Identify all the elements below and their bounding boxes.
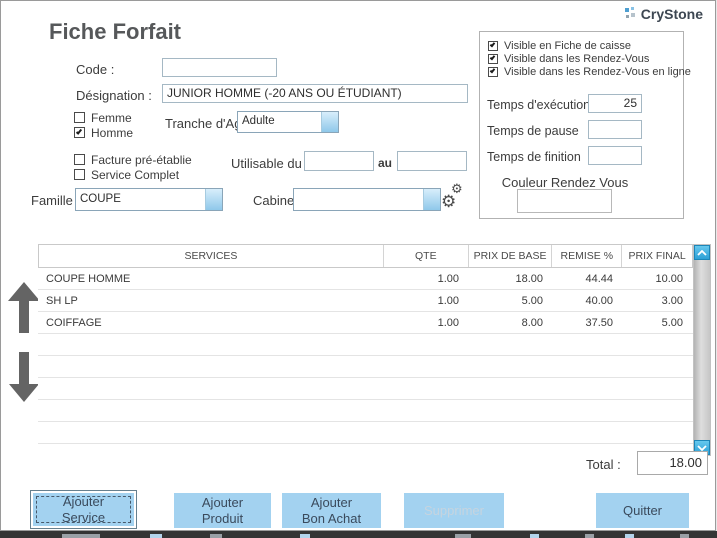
designation-label: Désignation : <box>76 88 152 103</box>
dropdown-button-icon[interactable] <box>321 112 338 132</box>
visible-caisse-checkbox[interactable] <box>488 41 498 51</box>
taskbar-strip <box>0 531 717 538</box>
table-scrollbar[interactable] <box>693 244 711 456</box>
options-panel: Visible en Fiche de caisse Visible dans … <box>479 31 691 219</box>
cell-prix-final: 5.00 <box>661 316 683 329</box>
code-label: Code : <box>76 62 115 77</box>
column-prix-final[interactable]: PRIX FINAL <box>622 245 692 267</box>
total-label: Total : <box>586 457 621 472</box>
column-services[interactable]: SERVICES <box>39 245 384 267</box>
ajouter-service-button[interactable]: Ajouter Service <box>33 493 134 526</box>
service-complet-label: Service Complet <box>91 168 180 182</box>
quitter-button[interactable]: Quitter <box>596 493 689 528</box>
table-row-empty[interactable] <box>38 356 693 378</box>
ajouter-service-button-wrap: Ajouter Service <box>30 490 137 529</box>
ajouter-produit-button[interactable]: Ajouter Produit <box>174 493 271 528</box>
cell-qte: 1.00 <box>437 294 459 307</box>
table-row-empty[interactable] <box>38 400 693 422</box>
table-body: COUPE HOMME 1.00 18.00 44.44 10.00 SH LP… <box>38 268 693 444</box>
cell-remise: 40.00 <box>585 294 613 307</box>
cell-remise: 44.44 <box>585 272 613 285</box>
tranche-age-value: Adulte <box>242 115 275 127</box>
homme-label: Homme <box>91 126 134 140</box>
up-arrow-icon[interactable] <box>6 281 42 335</box>
temps-finition-field[interactable] <box>588 146 642 165</box>
cell-service: COIFFAGE <box>46 316 102 329</box>
cell-prix-base: 18.00 <box>515 272 543 285</box>
dropdown-button-icon[interactable] <box>423 189 440 210</box>
table-row-empty[interactable] <box>38 334 693 356</box>
tranche-age-select[interactable]: Adulte <box>237 111 339 133</box>
check-icon <box>75 128 83 135</box>
au-label: au <box>378 156 393 170</box>
brand: CryStone <box>624 6 703 22</box>
cell-prix-final: 3.00 <box>661 294 683 307</box>
table-row[interactable]: COIFFAGE 1.00 8.00 37.50 5.00 <box>38 312 693 334</box>
couleur-rdv-swatch[interactable] <box>517 189 612 213</box>
utilisable-du-field[interactable] <box>304 151 374 171</box>
down-arrow-icon[interactable] <box>8 351 40 403</box>
utilisable-au-field[interactable] <box>397 151 467 171</box>
column-prix-de-base[interactable]: PRIX DE BASE <box>469 245 553 267</box>
facture-pre-etablie-label: Facture pré-établie <box>91 153 192 167</box>
gears-icon[interactable]: ⚙ ⚙ <box>441 182 473 216</box>
column-remise[interactable]: REMISE % <box>552 245 623 267</box>
code-field[interactable] <box>162 58 277 77</box>
visible-rdv-ligne-label: Visible dans les Rendez-Vous en ligne <box>504 66 691 78</box>
table-row[interactable]: SH LP 1.00 5.00 40.00 3.00 <box>38 290 693 312</box>
temps-pause-field[interactable] <box>588 120 642 139</box>
cabine-label: Cabine <box>253 193 295 208</box>
total-field: 18.00 <box>637 451 708 475</box>
dropdown-button-icon[interactable] <box>205 189 222 210</box>
designation-field[interactable]: JUNIOR HOMME (-20 ANS OU ÉTUDIANT) <box>162 84 468 103</box>
table-header: SERVICES QTE PRIX DE BASE REMISE % PRIX … <box>38 244 693 268</box>
couleur-rdv-label: Couleur Rendez Vous <box>501 175 629 190</box>
service-complet-checkbox[interactable] <box>74 169 85 180</box>
homme-checkbox[interactable] <box>74 127 85 138</box>
cell-remise: 37.50 <box>585 316 613 329</box>
ajouter-bon-achat-button[interactable]: Ajouter Bon Achat <box>282 493 381 528</box>
facture-pre-etablie-checkbox[interactable] <box>74 154 85 165</box>
cell-qte: 1.00 <box>437 316 459 329</box>
cell-qte: 1.00 <box>437 272 459 285</box>
femme-checkbox[interactable] <box>74 112 85 123</box>
visible-rdv-label: Visible dans les Rendez-Vous <box>504 53 650 65</box>
brand-name: CryStone <box>640 6 703 22</box>
famille-select[interactable]: COUPE <box>75 188 223 211</box>
supprimer-button: Supprimer <box>404 493 504 528</box>
check-icon <box>489 67 496 74</box>
chevron-up-icon[interactable] <box>694 245 710 260</box>
cell-service: COUPE HOMME <box>46 272 131 285</box>
cell-service: SH LP <box>46 294 78 307</box>
check-icon <box>489 54 496 61</box>
temps-pause-label: Temps de pause <box>487 124 579 138</box>
temps-execution-label: Temps d'exécution <box>487 98 591 112</box>
table-row-empty[interactable] <box>38 378 693 400</box>
table-row[interactable]: COUPE HOMME 1.00 18.00 44.44 10.00 <box>38 268 693 290</box>
visible-rdv-ligne-checkbox[interactable] <box>488 67 498 77</box>
column-qte[interactable]: QTE <box>384 245 469 267</box>
visible-rdv-checkbox[interactable] <box>488 54 498 64</box>
cell-prix-base: 5.00 <box>521 294 543 307</box>
page-title: Fiche Forfait <box>49 19 182 44</box>
cell-prix-final: 10.00 <box>655 272 683 285</box>
window: CryStone Fiche Forfait Code : Désignatio… <box>0 0 716 531</box>
check-icon <box>489 41 496 48</box>
femme-label: Femme <box>91 111 132 125</box>
utilisable-du-label: Utilisable du <box>231 156 302 171</box>
temps-execution-field[interactable]: 25 <box>588 94 642 113</box>
famille-label: Famille <box>31 193 73 208</box>
temps-finition-label: Temps de finition <box>487 150 581 164</box>
crystone-dots-icon <box>624 7 638 21</box>
table-row-empty[interactable] <box>38 422 693 444</box>
famille-value: COUPE <box>80 193 121 205</box>
cell-prix-base: 8.00 <box>521 316 543 329</box>
visible-caisse-label: Visible en Fiche de caisse <box>504 40 631 52</box>
fiche-forfait-screen: CryStone Fiche Forfait Code : Désignatio… <box>0 0 717 538</box>
cabine-select[interactable] <box>293 188 441 211</box>
